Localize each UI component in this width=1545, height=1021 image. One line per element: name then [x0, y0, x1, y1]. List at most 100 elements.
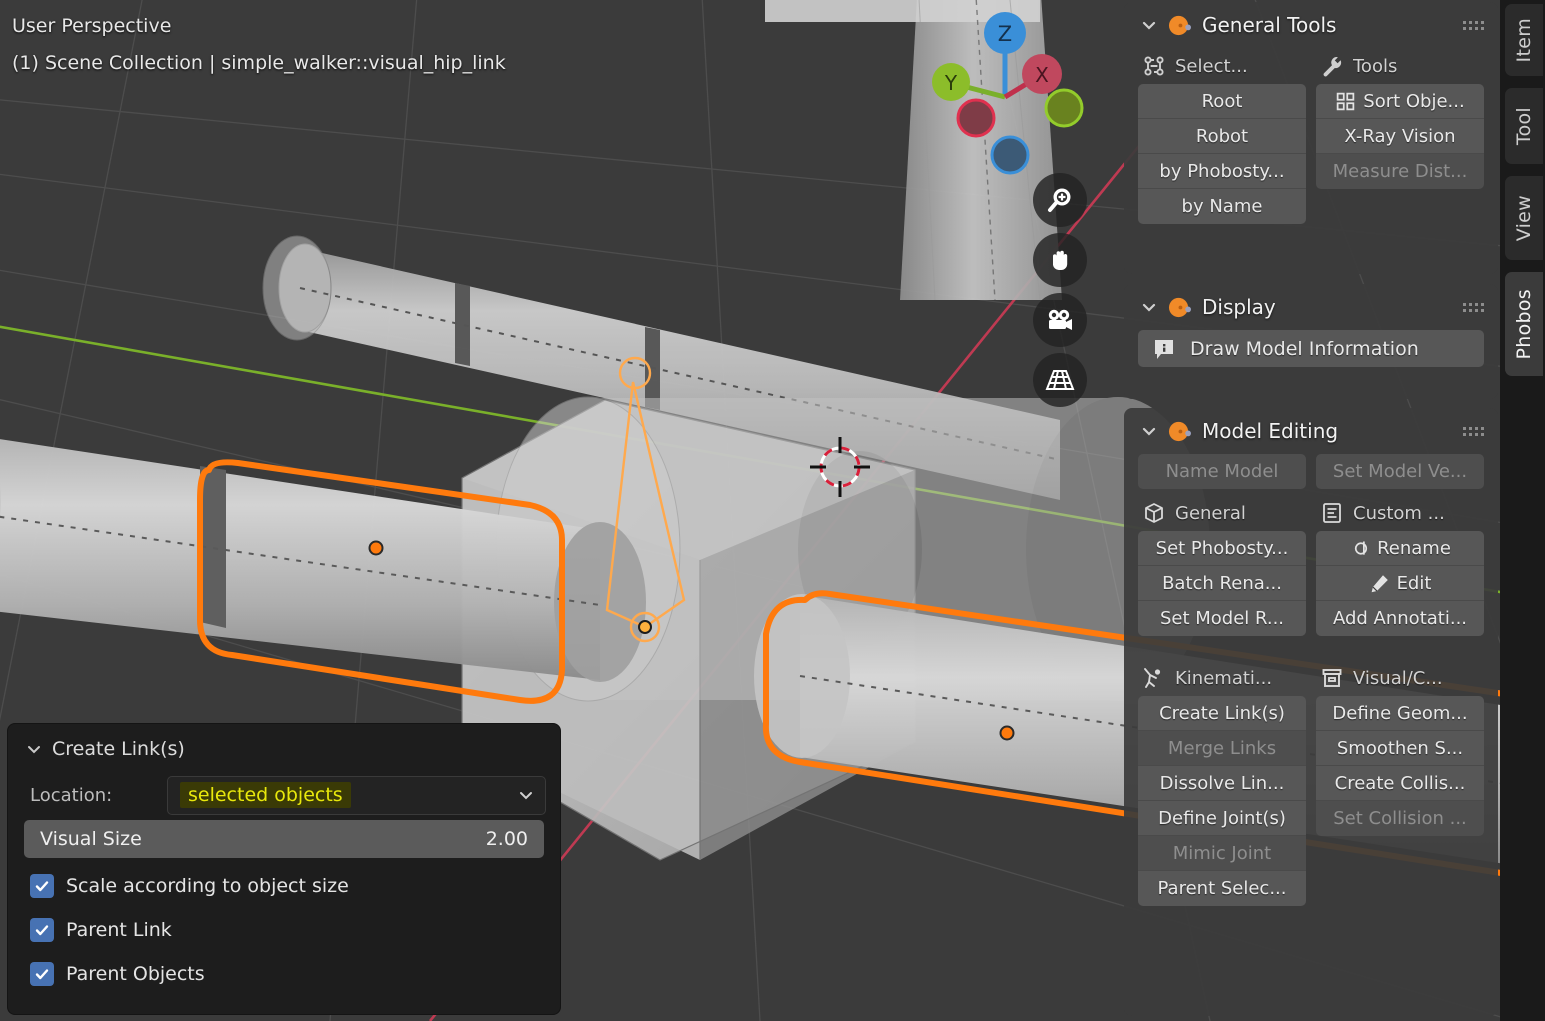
column-header-label: Tools	[1353, 55, 1398, 77]
visual-size-slider[interactable]: Visual Size 2.00	[24, 820, 544, 858]
sidebar-tab-phobos[interactable]: Phobos	[1505, 272, 1543, 376]
button-define-geometry[interactable]: Define Geom...	[1316, 696, 1484, 731]
pan-hand-icon[interactable]	[1033, 233, 1087, 287]
tab-label: View	[1513, 194, 1535, 242]
column-header-label: Select...	[1175, 55, 1248, 77]
navigation-gizmo[interactable]: Z Y X	[925, 5, 1095, 175]
panel-columns-kinematics: Kinemati... Create Link(s) Merge Links D…	[1124, 646, 1498, 916]
panel-header[interactable]: General Tools	[1124, 2, 1498, 48]
panel-title: General Tools	[1202, 13, 1337, 37]
zoom-icon[interactable]	[1033, 173, 1087, 227]
pencil-icon	[1371, 574, 1388, 592]
column-select: Select... Root Robot by Phobosty... by N…	[1138, 48, 1306, 224]
tab-label: Phobos	[1513, 288, 1535, 360]
checkbox-box[interactable]	[30, 874, 54, 898]
button-label: Draw Model Information	[1190, 337, 1419, 360]
gizmo-z-label: Z	[998, 22, 1012, 46]
armature-icon	[1144, 668, 1161, 688]
checkbox-box[interactable]	[30, 918, 54, 942]
button-select-root[interactable]: Root	[1138, 84, 1306, 119]
tab-label: Item	[1513, 17, 1535, 63]
column-custom: Custom ... Rename Edit Add Annotati...	[1316, 495, 1484, 636]
button-set-phobostype[interactable]: Set Phobosty...	[1138, 531, 1306, 566]
column-header: Visual/C...	[1316, 660, 1484, 696]
checkbox-parent-link[interactable]: Parent Link	[22, 908, 546, 952]
checkbox-parent-objects[interactable]: Parent Objects	[22, 952, 546, 996]
button-define-joints[interactable]: Define Joint(s)	[1138, 801, 1306, 836]
grid-squares-icon	[1337, 92, 1355, 110]
button-stack: Set Model Ve...	[1316, 454, 1484, 489]
panel-title: Model Editing	[1202, 419, 1339, 443]
operator-redo-panel[interactable]: Create Link(s) Location: selected object…	[8, 724, 560, 1014]
button-parent-selected[interactable]: Parent Selec...	[1138, 871, 1306, 906]
checkbox-label: Parent Link	[66, 919, 172, 941]
button-smoothen-surface[interactable]: Smoothen S...	[1316, 731, 1484, 766]
button-create-collision[interactable]: Create Collis...	[1316, 766, 1484, 801]
cube-icon	[1145, 503, 1163, 523]
camera-icon[interactable]	[1033, 293, 1087, 347]
blender-window: User Perspective (1) Scene Collection | …	[0, 0, 1545, 1021]
sidebar-tab-view[interactable]: View	[1505, 176, 1543, 260]
checkbox-scale-object-size[interactable]: Scale according to object size	[22, 864, 546, 908]
button-stack: Define Geom... Smoothen S... Create Coll…	[1316, 696, 1484, 836]
button-batch-rename[interactable]: Batch Rena...	[1138, 566, 1306, 601]
button-stack: Name Model	[1138, 454, 1306, 489]
button-set-model-root[interactable]: Set Model R...	[1138, 601, 1306, 636]
phobos-logo-icon	[1168, 297, 1191, 317]
panel-title: Display	[1202, 295, 1276, 319]
panel-header[interactable]: Model Editing	[1124, 408, 1498, 454]
checkbox-label: Scale according to object size	[66, 875, 349, 897]
phobos-logo-icon	[1168, 421, 1191, 441]
button-edit[interactable]: Edit	[1316, 566, 1484, 601]
gizmo-x-label: X	[1035, 63, 1049, 87]
button-xray-vision[interactable]: X-Ray Vision	[1316, 119, 1484, 154]
button-add-annotation[interactable]: Add Annotati...	[1316, 601, 1484, 636]
button-label: Rename	[1377, 537, 1451, 559]
location-dropdown[interactable]: selected objects	[167, 775, 546, 815]
button-create-links[interactable]: Create Link(s)	[1138, 696, 1306, 731]
document-lines-icon	[1323, 503, 1341, 523]
panel-drag-handle[interactable]	[1463, 426, 1484, 436]
button-select-by-phobostype[interactable]: by Phobosty...	[1138, 154, 1306, 189]
sidebar-tab-tool[interactable]: Tool	[1505, 88, 1543, 164]
panel-drag-handle[interactable]	[1463, 20, 1484, 30]
button-draw-model-information[interactable]: Draw Model Information	[1138, 330, 1484, 367]
column-header: Custom ...	[1316, 495, 1484, 531]
button-rename[interactable]: Rename	[1316, 531, 1484, 566]
button-stack: Root Robot by Phobosty... by Name	[1138, 84, 1306, 224]
operator-panel-title: Create Link(s)	[52, 738, 185, 760]
perspective-grid-icon[interactable]	[1033, 353, 1087, 407]
button-select-robot[interactable]: Robot	[1138, 119, 1306, 154]
button-sort-objects[interactable]: Sort Obje...	[1316, 84, 1484, 119]
sidebar-tab-item[interactable]: Item	[1505, 4, 1543, 76]
viewport-nav-buttons[interactable]	[1033, 173, 1087, 407]
operator-panel-header[interactable]: Create Link(s)	[22, 724, 546, 774]
location-label: Location:	[30, 784, 113, 806]
chevron-down-icon	[1142, 21, 1156, 30]
panel-header[interactable]: Display	[1124, 284, 1498, 330]
button-label: Sort Obje...	[1363, 90, 1465, 112]
button-stack: Set Phobosty... Batch Rena... Set Model …	[1138, 531, 1306, 636]
button-set-collision: Set Collision ...	[1316, 801, 1484, 836]
column-kinematics: Kinemati... Create Link(s) Merge Links D…	[1138, 660, 1306, 906]
button-dissolve-links[interactable]: Dissolve Lin...	[1138, 766, 1306, 801]
visual-size-label: Visual Size	[40, 828, 142, 850]
panel-columns: Select... Root Robot by Phobosty... by N…	[1124, 48, 1498, 234]
checkbox-box[interactable]	[30, 962, 54, 986]
panel-display[interactable]: Display Draw Model Information	[1124, 284, 1498, 399]
properties-sidebar[interactable]: Item Tool View Phobos General Tools Sele…	[1122, 0, 1545, 1021]
column-header: General	[1138, 495, 1306, 531]
panel-drag-handle[interactable]	[1463, 302, 1484, 312]
panel-model-editing[interactable]: Model Editing Name Model Set Model Ve...	[1124, 408, 1498, 1016]
panel-columns-general: General Set Phobosty... Batch Rena... Se…	[1124, 495, 1498, 646]
panel-general-tools[interactable]: General Tools Select... Root Robot by Ph…	[1124, 2, 1498, 274]
chevron-down-icon	[1142, 427, 1156, 436]
sidebar-tab-strip[interactable]: Item Tool View Phobos	[1500, 0, 1545, 1021]
visual-size-value: 2.00	[485, 828, 528, 850]
chevron-down-icon	[520, 792, 532, 800]
button-stack: Sort Obje... X-Ray Vision Measure Dist..…	[1316, 84, 1484, 189]
column-tools: Tools Sort Obje... X-Ray Vision Measure …	[1316, 48, 1484, 224]
column-header-label: Custom ...	[1353, 502, 1445, 524]
wrench-icon	[1323, 56, 1342, 77]
button-select-by-name[interactable]: by Name	[1138, 189, 1306, 224]
